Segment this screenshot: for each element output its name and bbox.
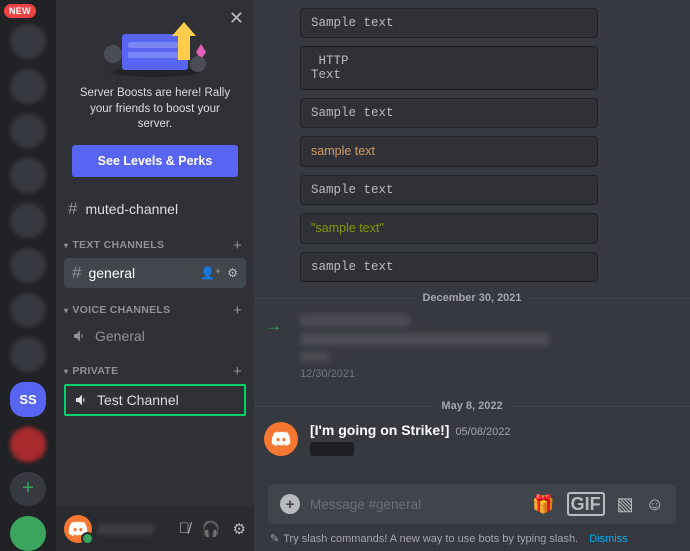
slash-hint: ✎ Try slash commands! A new way to use b… <box>254 528 690 551</box>
deafen-icon[interactable]: 🎧 <box>202 520 221 538</box>
channel-label: Test Channel <box>97 392 236 408</box>
code-block: Sample text <box>300 8 598 38</box>
create-invite-icon[interactable]: 👤⁺ <box>200 266 221 280</box>
channel-general-voice[interactable]: General <box>64 323 246 349</box>
speaker-icon <box>72 328 88 344</box>
server-item[interactable] <box>10 427 46 462</box>
add-server-button[interactable]: + <box>10 472 46 507</box>
server-item[interactable] <box>10 248 46 283</box>
category-private[interactable]: ▾ PRIVATE + <box>56 351 254 382</box>
sticker-icon[interactable]: ▧ <box>617 494 634 515</box>
category-label: VOICE CHANNELS <box>72 304 170 316</box>
explore-servers-button[interactable] <box>10 516 46 551</box>
code-block: sample text <box>300 252 598 282</box>
server-item[interactable] <box>10 203 46 238</box>
server-item[interactable] <box>10 114 46 149</box>
category-label: TEXT CHANNELS <box>72 239 164 251</box>
gif-icon[interactable]: GIF <box>567 492 605 516</box>
channel-test-channel[interactable]: Test Channel <box>64 384 246 416</box>
message-content-redacted <box>310 442 354 456</box>
server-rail: NEW SS + <box>0 0 56 551</box>
chat-area: Sample text HTTP Text Sample text sample… <box>254 0 690 551</box>
new-badge: NEW <box>4 4 36 18</box>
code-block: "sample text" <box>300 213 598 244</box>
channel-general-text[interactable]: # general 👤⁺ ⚙ <box>64 258 246 288</box>
hash-icon: # <box>72 263 81 283</box>
code-block: sample text <box>300 136 598 167</box>
user-avatar[interactable] <box>64 515 92 543</box>
boost-promo: ✕ Server Boosts are here! Rally your fri… <box>56 0 254 193</box>
server-item[interactable] <box>10 337 46 372</box>
gift-icon[interactable]: 🎁 <box>532 494 554 515</box>
dismiss-link[interactable]: Dismiss <box>589 533 628 545</box>
date-divider: December 30, 2021 <box>254 292 690 304</box>
settings-gear-icon[interactable]: ⚙ <box>233 520 246 538</box>
close-icon[interactable]: ✕ <box>229 8 244 29</box>
hash-icon: # <box>68 199 77 219</box>
category-text-channels[interactable]: ▾ TEXT CHANNELS + <box>56 225 254 256</box>
attach-button[interactable]: + <box>280 494 300 514</box>
date-divider: May 8, 2022 <box>254 400 690 412</box>
server-item[interactable] <box>10 69 46 104</box>
message-timestamp: 12/30/2021 <box>300 368 672 380</box>
category-voice-channels[interactable]: ▾ VOICE CHANNELS + <box>56 290 254 321</box>
user-area: 🎙̸ 🎧 ⚙ <box>56 507 254 551</box>
see-levels-perks-button[interactable]: See Levels & Perks <box>72 145 238 177</box>
server-item[interactable] <box>10 293 46 328</box>
add-channel-icon[interactable]: + <box>233 363 242 380</box>
code-block: Sample text <box>300 175 598 205</box>
message: [I'm going on Strike!]05/08/2022 <box>264 418 672 471</box>
wand-icon: ✎ <box>270 532 279 545</box>
muted-channel-row[interactable]: # muted-channel <box>56 193 254 225</box>
join-arrow-icon: → <box>265 316 282 336</box>
mute-icon[interactable]: 🎙̸ <box>179 520 190 538</box>
gear-icon[interactable]: ⚙ <box>227 266 238 280</box>
category-label: PRIVATE <box>72 365 118 377</box>
chevron-down-icon: ▾ <box>64 241 68 250</box>
emoji-icon[interactable]: ☺ <box>646 494 664 515</box>
message-timestamp: 05/08/2022 <box>455 426 510 438</box>
message-join: → 12/30/2021 <box>270 310 672 390</box>
add-channel-icon[interactable]: + <box>233 237 242 254</box>
server-item-ss[interactable]: SS <box>10 382 46 417</box>
channel-sidebar: ✕ Server Boosts are here! Rally your fri… <box>56 0 254 551</box>
message-input[interactable] <box>310 497 522 512</box>
chevron-down-icon: ▾ <box>64 306 68 315</box>
add-channel-icon[interactable]: + <box>233 302 242 319</box>
message-avatar[interactable] <box>264 422 298 456</box>
server-item[interactable] <box>10 24 46 59</box>
promo-text: Server Boosts are here! Rally your frien… <box>72 86 238 133</box>
message-author[interactable]: [I'm going on Strike!]05/08/2022 <box>310 422 511 438</box>
message-list: Sample text HTTP Text Sample text sample… <box>254 0 690 484</box>
channel-label: General <box>95 328 238 344</box>
username-redacted <box>98 524 154 535</box>
chevron-down-icon: ▾ <box>64 367 68 376</box>
code-block: Sample text <box>300 98 598 128</box>
server-item[interactable] <box>10 158 46 193</box>
code-block: HTTP Text <box>300 46 598 90</box>
message-composer: + 🎁 GIF ▧ ☺ <box>268 484 676 524</box>
channel-label: muted-channel <box>85 201 178 217</box>
speaker-icon <box>74 392 90 408</box>
promo-illustration <box>72 14 238 78</box>
channel-label: general <box>88 265 192 281</box>
